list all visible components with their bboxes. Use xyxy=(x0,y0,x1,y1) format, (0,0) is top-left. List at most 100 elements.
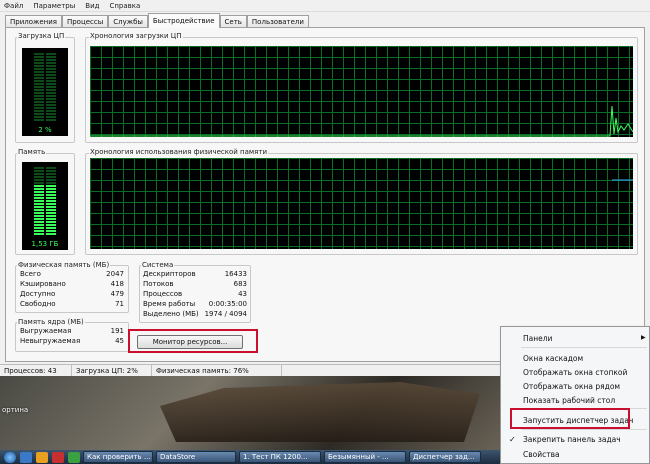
folder-icon[interactable] xyxy=(36,451,48,463)
cpu-meter-segment xyxy=(34,62,44,64)
cpu-meter-segment xyxy=(34,101,44,103)
cpu-meter-segment xyxy=(34,119,44,121)
cpu-meter-segment xyxy=(34,113,44,115)
memory-meter-segment xyxy=(46,230,56,232)
cpu-meter-segment xyxy=(34,116,44,118)
memory-meter-segment xyxy=(34,212,44,214)
stat-value: 191 xyxy=(110,327,124,335)
cpu-meter-segment xyxy=(46,77,56,79)
cpu-meter-segment xyxy=(34,86,44,88)
stat-label: Время работы xyxy=(143,300,196,308)
memory-meter-segment xyxy=(46,227,56,229)
memory-meter-label: Память xyxy=(17,148,47,156)
memory-meter-segment xyxy=(46,167,56,169)
ctx-item-show-desktop[interactable]: Показать рабочий стол xyxy=(523,394,615,406)
taskbar-item[interactable]: DataStore xyxy=(156,451,236,463)
stat-value: 683 xyxy=(233,280,247,288)
tab-performance[interactable]: Быстродействие xyxy=(147,13,220,28)
ctx-item-cascade[interactable]: Окна каскадом xyxy=(523,352,583,364)
ctx-item-stacked[interactable]: Отображать окна стопкой xyxy=(523,366,627,378)
stat-value: 45 xyxy=(115,337,124,345)
taskbar-item[interactable]: Безымянный - ... xyxy=(324,451,406,463)
highlight-frame xyxy=(510,408,630,429)
memory-meter-segment xyxy=(46,173,56,175)
memory-meter-segment xyxy=(46,176,56,178)
memory-meter-segment xyxy=(34,167,44,169)
cpu-meter-segment xyxy=(46,59,56,61)
cpu-meter-segment xyxy=(34,104,44,106)
cpu-meter-segment xyxy=(46,53,56,55)
memory-meter-segment xyxy=(46,197,56,199)
taskbar-item[interactable]: Диспетчер зад... xyxy=(409,451,481,463)
memory-meter-segment xyxy=(46,179,56,181)
memory-meter-segment xyxy=(34,203,44,205)
system-stats: Дескрипторов 16433 Потоков 683 Процессов 43… xyxy=(143,270,247,320)
memory-meter-segment xyxy=(34,197,44,199)
stat-label: Доступно xyxy=(20,290,56,298)
memory-meter-segment xyxy=(46,185,56,187)
memory-meter-segment xyxy=(34,173,44,175)
memory-meter-segment xyxy=(34,176,44,178)
physical-memory-stats: Всего 2047 Кэшировано 418 Доступно 479 Своб… xyxy=(20,270,124,310)
media-icon[interactable] xyxy=(52,451,64,463)
memory-history-plot xyxy=(612,179,633,181)
menu-view[interactable]: Вид xyxy=(85,2,99,10)
stat-value: 71 xyxy=(115,300,124,308)
cpu-meter-segment xyxy=(46,68,56,70)
cpu-meter-segment xyxy=(46,74,56,76)
menu-file[interactable]: Файл xyxy=(4,2,23,10)
memory-meter-segment xyxy=(34,188,44,190)
memory-meter-value: 1,53 ГБ xyxy=(31,240,59,248)
submenu-arrow-icon: ▶ xyxy=(641,334,646,341)
chrome-icon[interactable] xyxy=(68,451,80,463)
kernel-memory-title: Память ядра (МБ) xyxy=(17,318,85,326)
stat-value: 43 xyxy=(238,290,247,298)
cpu-history-label: Хронология загрузки ЦП xyxy=(89,32,183,40)
memory-meter-segment xyxy=(34,194,44,196)
tab-strip: Приложения Процессы Службы Быстродействи… xyxy=(5,13,309,28)
memory-meter-segment xyxy=(46,209,56,211)
cpu-meter-segment xyxy=(34,92,44,94)
ctx-item-toolbars[interactable]: Панели xyxy=(523,332,552,344)
memory-meter-segment xyxy=(34,230,44,232)
stat-label: Всего xyxy=(20,270,41,278)
ctx-item-properties[interactable]: Свойства xyxy=(523,448,560,460)
memory-meter-segment xyxy=(46,191,56,193)
ctx-item-side-by-side[interactable]: Отображать окна рядом xyxy=(523,380,620,392)
taskbar-item[interactable]: 1. Тест ПК 1200... xyxy=(239,451,321,463)
stat-row: Время работы 0:00:35:00 xyxy=(143,300,247,308)
memory-meter-segment xyxy=(34,200,44,202)
stat-label: Выгружаемая xyxy=(20,327,72,335)
memory-meter-bars xyxy=(34,167,56,235)
stat-label: Дескрипторов xyxy=(143,270,196,278)
stat-label: Кэшировано xyxy=(20,280,66,288)
cpu-meter-segment xyxy=(46,56,56,58)
menu-options[interactable]: Параметры xyxy=(33,2,75,10)
wallpaper-ship xyxy=(160,382,480,442)
status-processes: Процессов: 43 xyxy=(0,365,72,376)
stat-value: 0:00:35:00 xyxy=(208,300,247,308)
stat-label: Потоков xyxy=(143,280,174,288)
memory-meter-segment xyxy=(46,203,56,205)
memory-meter-segment xyxy=(46,206,56,208)
stat-value: 2047 xyxy=(106,270,124,278)
start-orb-icon[interactable] xyxy=(4,451,16,463)
menu-help[interactable]: Справка xyxy=(109,2,140,10)
taskbar-item[interactable]: Как проверить ... xyxy=(83,451,153,463)
cpu-meter-segment xyxy=(46,107,56,109)
cpu-meter-bars xyxy=(34,53,56,121)
ie-icon[interactable] xyxy=(20,451,32,463)
memory-meter-segment xyxy=(46,182,56,184)
stat-value: 1974 / 4094 xyxy=(204,310,247,318)
stat-row: Выделено (МБ) 1974 / 4094 xyxy=(143,310,247,318)
ctx-item-lock-taskbar[interactable]: Закрепить панель задач xyxy=(523,433,621,445)
memory-meter-segment xyxy=(34,227,44,229)
cpu-history-graph xyxy=(90,46,633,137)
menu-separator xyxy=(521,347,647,348)
cpu-meter-segment xyxy=(34,74,44,76)
cpu-meter-segment xyxy=(34,98,44,100)
cpu-meter-segment xyxy=(46,83,56,85)
cpu-meter: 2 % xyxy=(22,48,68,136)
cpu-meter-segment xyxy=(34,59,44,61)
desktop-icon-label[interactable]: ортина xyxy=(2,406,28,414)
